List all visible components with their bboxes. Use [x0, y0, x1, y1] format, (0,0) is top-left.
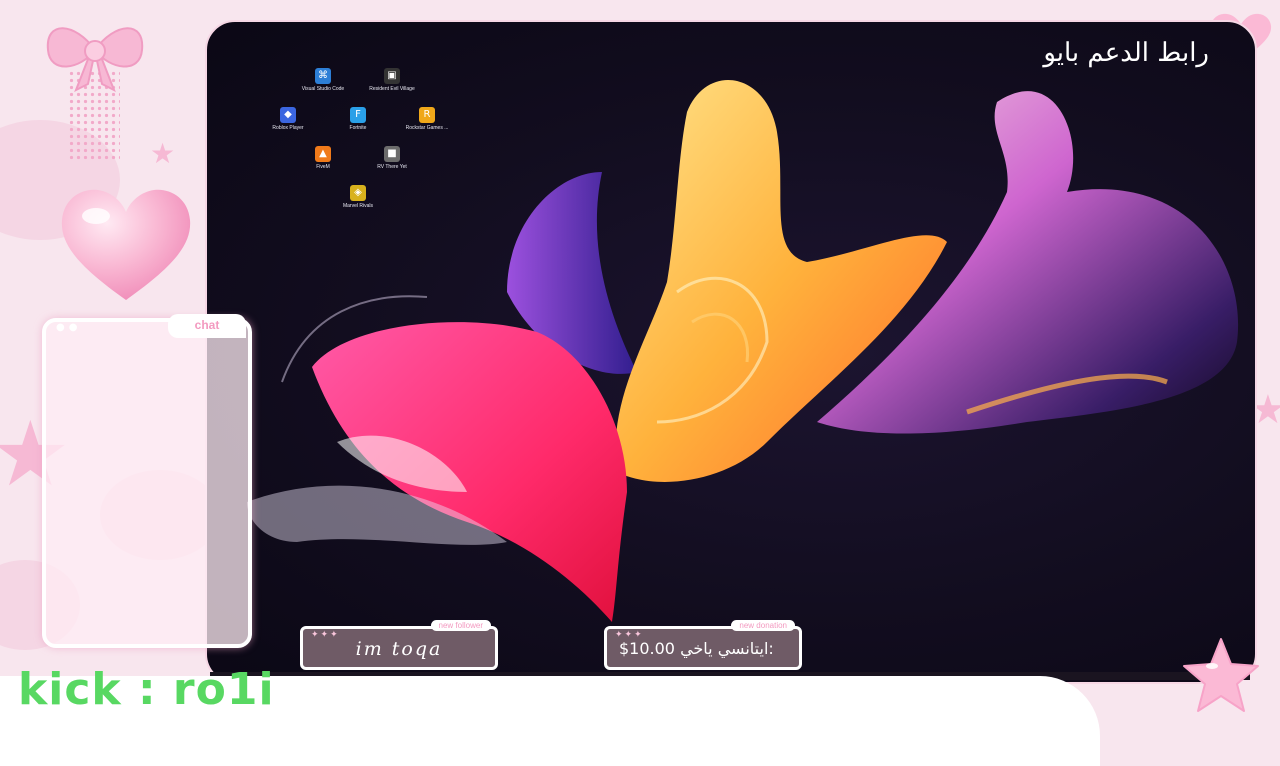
kick-channel-handle: kick : ro1i — [18, 664, 275, 715]
desktop-icon-marvel-rivals[interactable]: ◈ Marvel Rivals — [330, 185, 386, 209]
chat-box — [42, 318, 252, 648]
rockstar-icon: R — [419, 107, 435, 123]
donation-amount: $10.00 — [619, 639, 675, 658]
donation-alert: ✦✦✦ new donation $10.00 ايتانسي ياخي: — [604, 620, 802, 670]
desktop-icon-fivem[interactable]: ▲ FiveM — [295, 146, 351, 170]
desktop-icon-fortnite[interactable]: F Fortnite — [330, 107, 386, 131]
donation-message: ايتانسي ياخي: — [680, 639, 774, 658]
fivem-icon: ▲ — [315, 146, 331, 162]
roblox-icon: ◆ — [280, 107, 296, 123]
follower-alert-tag: new follower — [430, 620, 491, 631]
desktop-icon-label: Marvel Rivals — [342, 203, 373, 209]
chat-label: chat — [168, 314, 246, 338]
desktop-icon-roblox[interactable]: ◆ Roblox Player — [260, 107, 316, 131]
fortnite-icon: F — [350, 107, 366, 123]
follower-name: im toqa — [355, 638, 443, 660]
marvel-rivals-icon: ◈ — [350, 185, 366, 201]
desktop-icon-label: Fortnite — [349, 125, 367, 131]
bow-icon — [46, 27, 144, 92]
rv-there-yet-icon: ■ — [384, 146, 400, 162]
desktop-icon-label: Visual Studio Code — [301, 86, 345, 92]
follower-alert: ✦✦✦ new follower im toqa — [300, 620, 498, 670]
desktop-icon-rockstar[interactable]: R Rockstar Games ... — [399, 107, 455, 131]
desktop-screen: ⌘ Visual Studio Code ▣ Resident Evil Vil… — [205, 20, 1257, 684]
vscode-icon: ⌘ — [315, 68, 331, 84]
heart-icon — [61, 189, 191, 300]
donation-message-row: $10.00 ايتانسي ياخي: — [619, 639, 795, 658]
star-icon — [1183, 638, 1259, 712]
desktop-icon-label: Roblox Player — [272, 125, 304, 131]
chat-box-dots: ●● — [56, 322, 82, 333]
desktop-icon-label: RV There Yet — [377, 164, 407, 170]
desktop-icon-label: Rockstar Games ... — [405, 125, 449, 131]
desktop-icon-rv-there-yet[interactable]: ■ RV There Yet — [364, 146, 420, 170]
desktop-icon-vscode[interactable]: ⌘ Visual Studio Code — [295, 68, 351, 92]
desktop-icon-label: Resident Evil Village — [369, 86, 415, 92]
desktop-icon-label: FiveM — [316, 164, 330, 170]
support-link-text: رابط الدعم بايو — [1043, 38, 1209, 68]
donation-alert-tag: new donation — [731, 620, 795, 631]
star-decoration: ★ — [150, 137, 176, 170]
desktop-icon-resident-evil[interactable]: ▣ Resident Evil Village — [364, 68, 420, 92]
resident-evil-icon: ▣ — [384, 68, 400, 84]
